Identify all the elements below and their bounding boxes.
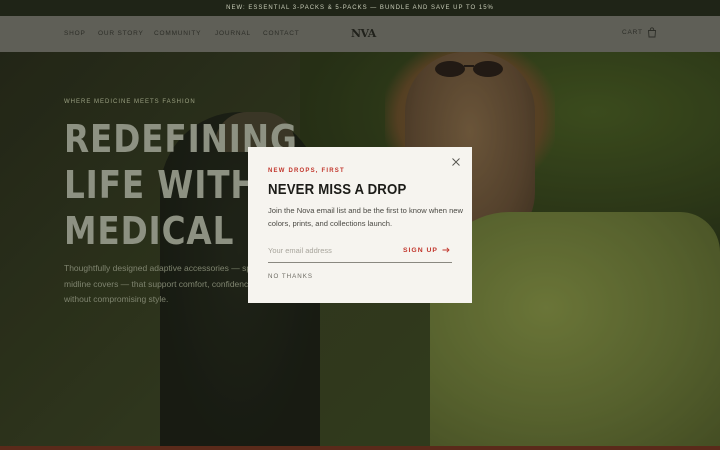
- email-field-underline: [268, 262, 452, 263]
- sign-up-label: SIGN UP: [403, 246, 438, 254]
- arrow-right-icon: [442, 247, 450, 253]
- no-thanks-link[interactable]: NO THANKS: [268, 273, 313, 280]
- brand-logo[interactable]: NVA: [351, 27, 376, 40]
- bottom-strip: [0, 446, 720, 450]
- close-icon[interactable]: [451, 157, 461, 167]
- bag-icon[interactable]: [647, 27, 657, 38]
- promo-text: NEW: ESSENTIAL 3-PACKS & 5-PACKS — BUNDL…: [226, 5, 494, 11]
- cart-link[interactable]: CART: [622, 29, 643, 36]
- hero-eyebrow: WHERE MEDICINE MEETS FASHION: [64, 99, 196, 105]
- email-signup-modal: NEW DROPS, FIRST NEVER MISS A DROP Join …: [248, 147, 472, 303]
- modal-description: Join the Nova email list and be the firs…: [268, 206, 464, 228]
- email-input[interactable]: [268, 243, 398, 257]
- nav-contact[interactable]: CONTACT: [263, 30, 300, 37]
- nav-our-story[interactable]: OUR STORY: [98, 30, 144, 37]
- nav-community[interactable]: COMMUNITY: [154, 30, 201, 37]
- modal-eyebrow: NEW DROPS, FIRST: [268, 168, 345, 174]
- site-header: SHOP OUR STORY COMMUNITY JOURNAL CONTACT…: [0, 16, 720, 52]
- nav-journal[interactable]: JOURNAL: [215, 30, 251, 37]
- nav-shop[interactable]: SHOP: [64, 30, 86, 37]
- sign-up-button[interactable]: SIGN UP: [403, 244, 450, 256]
- promo-bar: NEW: ESSENTIAL 3-PACKS & 5-PACKS — BUNDL…: [0, 0, 720, 16]
- modal-title: NEVER MISS A DROP: [268, 181, 407, 198]
